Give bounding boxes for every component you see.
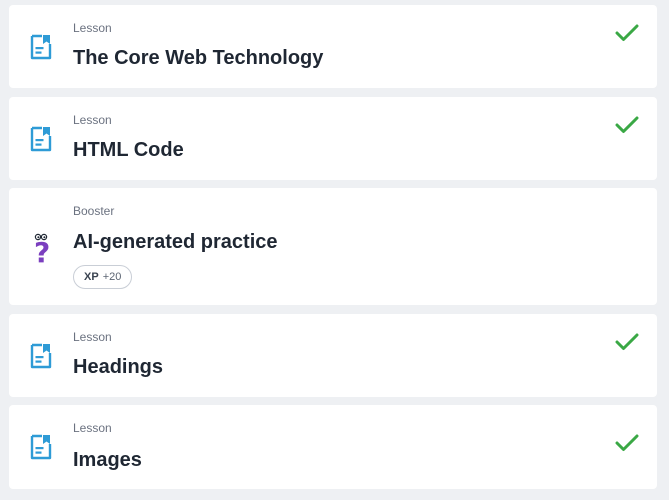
item-title: The Core Web Technology [73, 47, 324, 69]
completed-check-icon [615, 115, 639, 135]
lesson-doc-icon [30, 343, 52, 369]
lesson-doc-icon [30, 34, 52, 60]
lesson-card[interactable]: Lesson Images [9, 405, 657, 489]
question-mark-icon: ? [31, 232, 53, 269]
item-kind-label: Lesson [73, 330, 112, 344]
booster-card[interactable]: ? Booster AI-generated practice XP +20 [9, 188, 657, 305]
item-title: HTML Code [73, 139, 184, 161]
completed-check-icon [615, 433, 639, 453]
item-title: Headings [73, 356, 164, 378]
item-kind-label: Lesson [73, 421, 112, 435]
item-kind-label: Booster [73, 204, 115, 218]
item-title: Images [73, 449, 142, 471]
svg-text:?: ? [34, 236, 50, 264]
lesson-doc-icon [30, 126, 52, 152]
lesson-card[interactable]: Lesson The Core Web Technology [9, 5, 657, 88]
xp-value: +20 [102, 271, 122, 283]
lesson-card[interactable]: Lesson Headings [9, 314, 657, 397]
item-kind-label: Lesson [73, 21, 112, 35]
xp-label: XP [84, 271, 99, 283]
item-title: AI-generated practice [73, 231, 278, 253]
lesson-card[interactable]: Lesson HTML Code [9, 97, 657, 180]
completed-check-icon [615, 332, 639, 352]
completed-check-icon [615, 23, 639, 43]
item-kind-label: Lesson [73, 113, 112, 127]
xp-badge: XP +20 [73, 265, 133, 289]
lesson-doc-icon [30, 434, 52, 460]
